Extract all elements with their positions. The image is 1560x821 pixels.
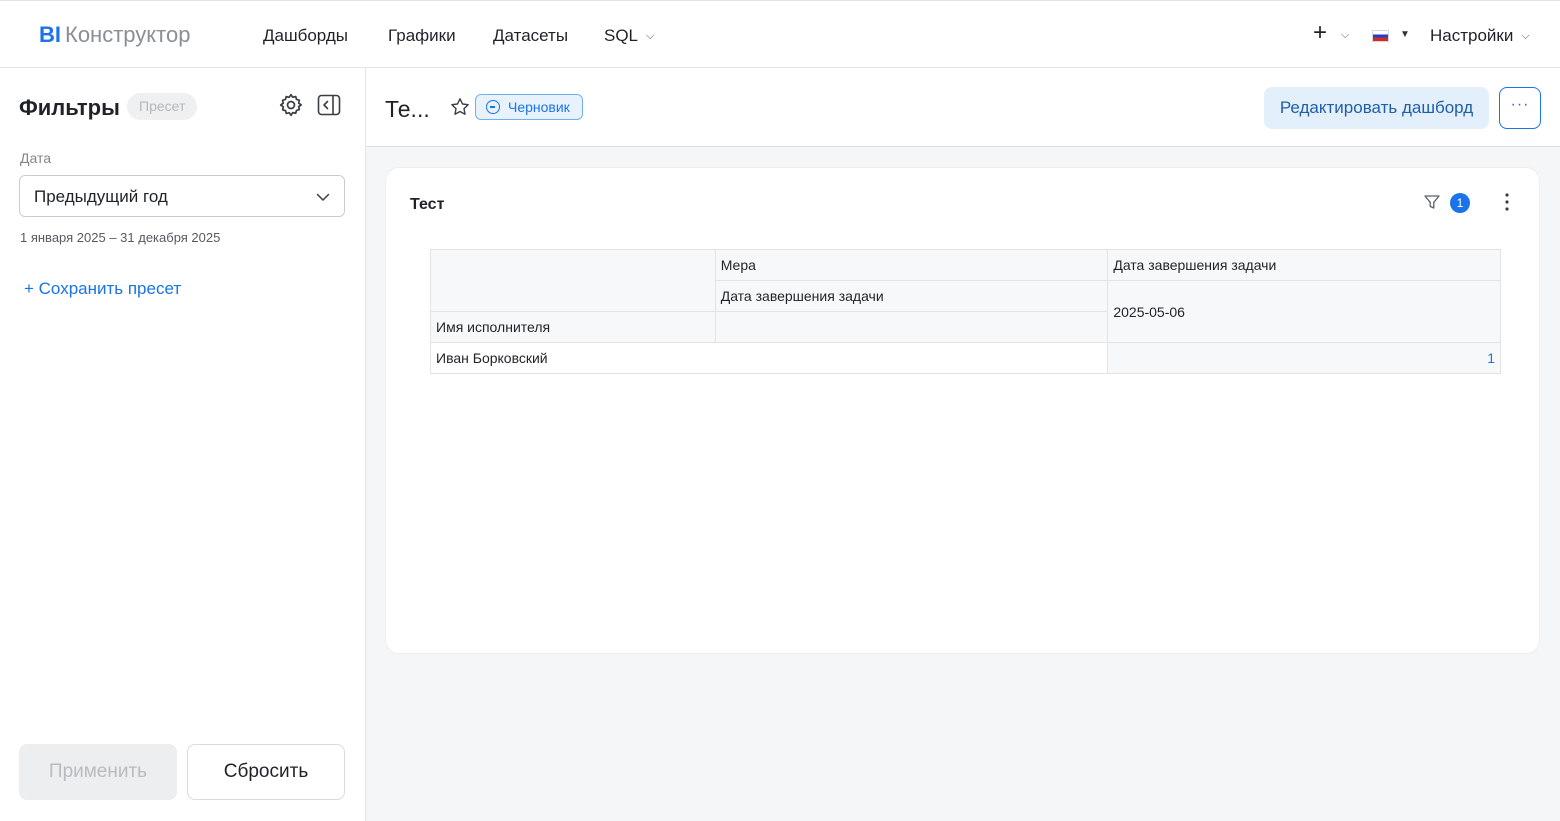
chevron-down-icon xyxy=(316,193,330,201)
nav-datasets[interactable]: Датасеты xyxy=(493,26,568,46)
logo-bi: BI xyxy=(39,22,61,47)
filter-count-badge: 1 xyxy=(1450,193,1470,213)
row-name-cell: Иван Борковский xyxy=(429,342,1109,374)
kebab-icon[interactable] xyxy=(1499,191,1515,213)
nav-sql[interactable]: SQL ⌵ xyxy=(604,26,654,46)
chart-widget: Тест 1 Мера Дата завершения задачи Дата … xyxy=(385,167,1540,654)
logo-name: Конструктор xyxy=(65,22,191,47)
chevron-down-icon[interactable]: ⌵ xyxy=(1341,29,1349,42)
date-filter-value: Предыдущий год xyxy=(34,187,168,206)
draft-label: Черновик xyxy=(508,99,570,115)
collapse-panel-icon[interactable] xyxy=(317,94,341,116)
apply-button[interactable]: Применить xyxy=(19,744,177,800)
filters-title: Фильтры xyxy=(19,95,120,120)
column-value-header: 2025-05-06 xyxy=(1107,280,1501,343)
save-preset-link[interactable]: + Сохранить пресет xyxy=(24,279,181,299)
measure-name-cell: Дата завершения задачи xyxy=(714,280,1109,312)
create-button[interactable]: + xyxy=(1313,19,1327,47)
filters-panel: Фильтры Пресет Дата Предыдущий год 1 янв… xyxy=(0,68,366,821)
date-range-hint: 1 января 2025 – 31 декабря 2025 xyxy=(20,230,221,245)
dashboard-header: Те... Черновик Редактировать дашборд ··· xyxy=(366,68,1560,147)
date-filter-label: Дата xyxy=(20,150,52,166)
nav-sql-label: SQL xyxy=(604,26,639,45)
pivot-table: Мера Дата завершения задачи Дата заверше… xyxy=(429,249,1501,374)
filter-icon[interactable] xyxy=(1423,193,1441,211)
row-value-cell[interactable]: 1 xyxy=(1107,342,1501,374)
nav-charts[interactable]: Графики xyxy=(388,26,456,46)
widget-title: Тест xyxy=(410,196,445,213)
reset-button[interactable]: Сбросить xyxy=(187,744,345,800)
settings-menu[interactable]: Настройки ⌵ xyxy=(1430,26,1530,46)
star-icon[interactable] xyxy=(450,97,470,117)
measure-header-cell: Мера xyxy=(714,249,1109,281)
draft-status-badge: Черновик xyxy=(475,94,583,120)
nav-dashboards[interactable]: Дашборды xyxy=(263,26,348,46)
dashboard-title: Те... xyxy=(385,96,430,122)
preset-chip: Пресет xyxy=(127,93,198,120)
minus-circle-icon xyxy=(486,100,500,114)
column-field-header: Дата завершения задачи xyxy=(1107,249,1501,281)
more-actions-button[interactable]: ··· xyxy=(1499,87,1541,129)
date-filter-select[interactable]: Предыдущий год xyxy=(19,175,345,217)
top-navbar: BI Конструктор Дашборды Графики Датасеты … xyxy=(0,0,1560,68)
empty-header-cell xyxy=(714,311,1109,343)
caret-down-icon[interactable]: ▼ xyxy=(1400,29,1410,40)
row-field-header: Имя исполнителя xyxy=(430,311,716,343)
edit-dashboard-button[interactable]: Редактировать дашборд xyxy=(1264,87,1489,129)
settings-label: Настройки xyxy=(1430,26,1514,45)
app-logo[interactable]: BI Конструктор xyxy=(39,22,190,48)
chevron-down-icon: ⌵ xyxy=(1521,30,1530,42)
flag-ru-icon[interactable] xyxy=(1372,30,1389,42)
table-row: Иван Борковский 1 xyxy=(429,342,1501,374)
table-header-row: Мера Дата завершения задачи xyxy=(430,249,1501,312)
chevron-down-icon: ⌵ xyxy=(646,30,655,42)
table-corner-cell xyxy=(430,249,716,312)
gear-icon[interactable] xyxy=(278,92,304,118)
dashboard-area: Те... Черновик Редактировать дашборд ···… xyxy=(366,68,1560,821)
